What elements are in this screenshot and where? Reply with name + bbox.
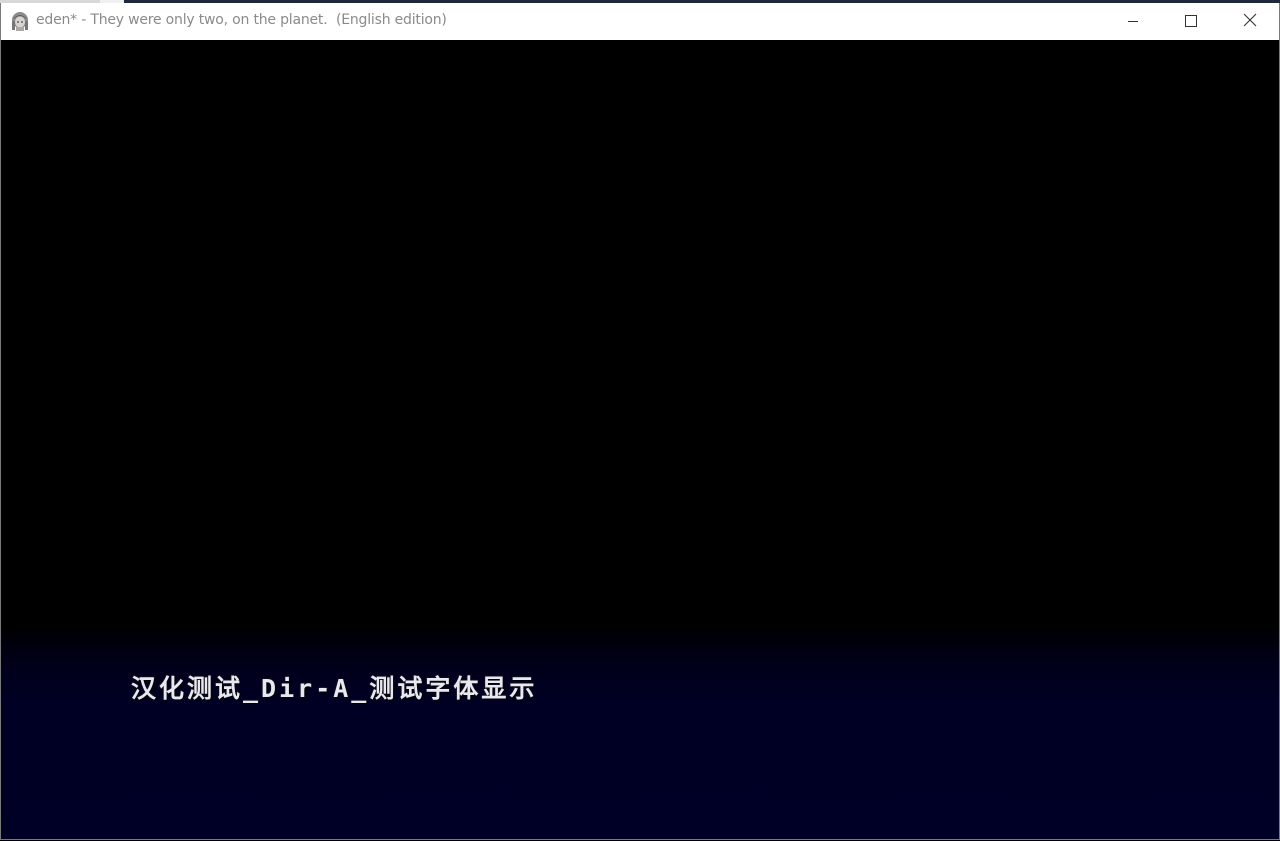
maximize-button[interactable]: [1162, 3, 1220, 40]
close-button[interactable]: [1221, 3, 1279, 40]
window-title: eden* - They were only two, on the plane…: [36, 12, 447, 28]
maximize-icon: [1185, 12, 1197, 31]
minimize-button[interactable]: [1104, 3, 1162, 40]
close-icon: [1243, 12, 1257, 31]
character-face-icon[interactable]: [10, 11, 32, 31]
game-screen[interactable]: 汉化测试_Dir-A_测试字体显示: [1, 40, 1279, 839]
dialogue-text: 汉化测试_Dir-A_测试字体显示: [131, 674, 538, 703]
dialogue-box[interactable]: 汉化测试_Dir-A_测试字体显示: [1, 625, 1279, 839]
game-window: eden* - They were only two, on the plane…: [0, 3, 1280, 840]
minimize-icon: [1127, 12, 1139, 31]
title-bar[interactable]: eden* - They were only two, on the plane…: [1, 3, 1279, 40]
